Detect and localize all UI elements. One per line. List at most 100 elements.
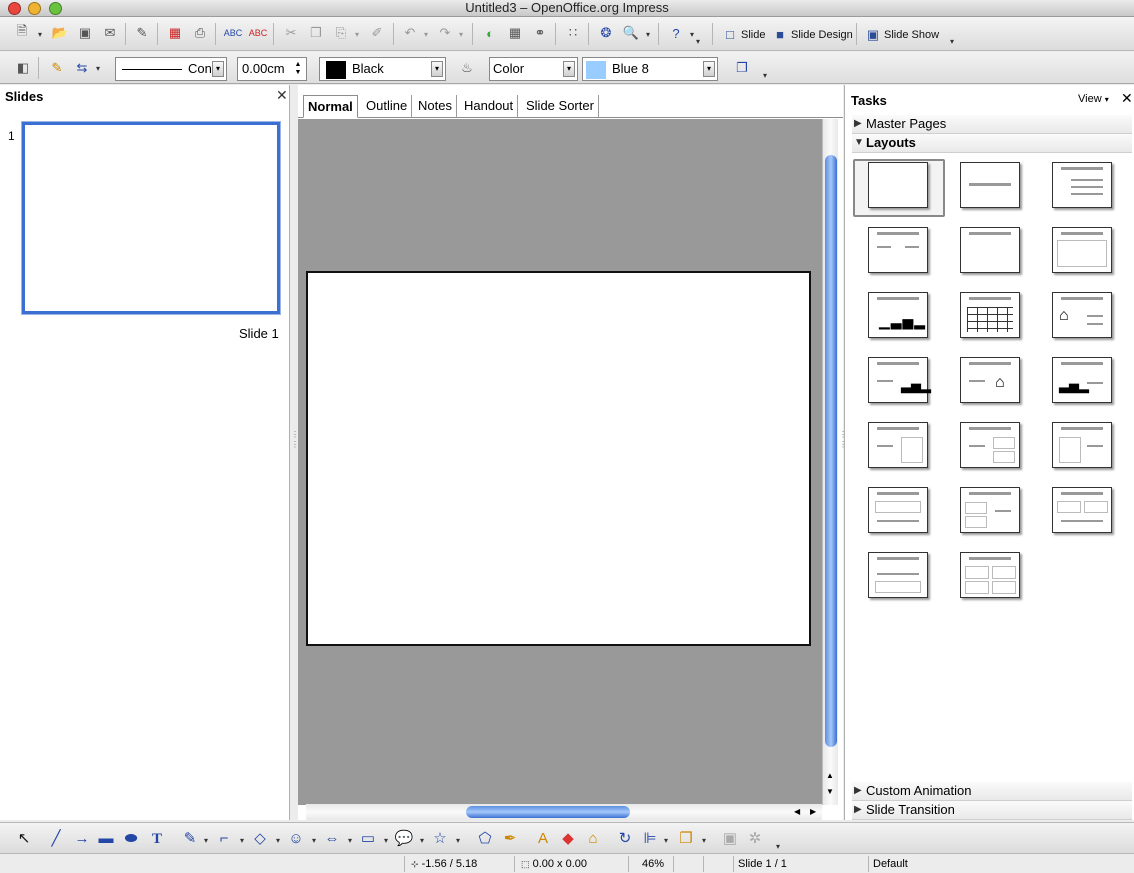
layout-title-chart-text[interactable]: ▃▅▂ <box>1052 357 1112 403</box>
layout-title-text-image[interactable]: ⌂ <box>960 357 1020 403</box>
print-icon[interactable]: ⎙ <box>190 23 210 43</box>
close-tasks-pane-icon[interactable]: ✕ <box>1121 90 1133 107</box>
rotate-icon[interactable]: ↻ <box>615 829 635 849</box>
horizontal-scrollbar[interactable]: ◀ ▶ <box>306 804 822 820</box>
new-slide-button[interactable]: □ Slide <box>722 25 765 45</box>
layout-title-table[interactable] <box>960 292 1020 338</box>
text-tool-icon[interactable]: T <box>147 829 167 849</box>
line-width-spinner[interactable]: 0.00cm ▲ ▼ <box>237 57 307 81</box>
splitter-handle-left[interactable]: ⋮ ⋮ <box>291 430 299 470</box>
tab-slide-sorter[interactable]: Slide Sorter <box>522 95 599 118</box>
alignment-dropdown-arrow[interactable]: ▾ <box>664 836 668 845</box>
layout-title-content[interactable] <box>1052 162 1112 208</box>
line-width-stepper-arrows[interactable]: ▲ ▼ <box>292 61 304 77</box>
spellcheck-icon[interactable]: ABC <box>223 23 243 43</box>
close-slides-pane-icon[interactable]: ✕ <box>276 87 288 104</box>
layout-title-text-object[interactable] <box>868 422 928 468</box>
hyperlink-icon[interactable]: ⚭ <box>530 23 550 43</box>
email-icon[interactable]: ✉ <box>100 23 120 43</box>
scroll-up-arrow[interactable]: ▲ <box>826 771 834 780</box>
save-icon[interactable]: ▣ <box>75 23 95 43</box>
copy-icon[interactable]: ❐ <box>306 23 326 43</box>
styles-formatting-icon[interactable]: ◧ <box>13 58 33 78</box>
grid-icon[interactable]: ∷ <box>563 23 583 43</box>
layout-title-only-top[interactable] <box>960 227 1020 273</box>
curve-dropdown-arrow[interactable]: ▾ <box>204 836 208 845</box>
from-file-icon[interactable]: ◆ <box>558 829 578 849</box>
fontwork-icon[interactable]: A <box>533 829 553 849</box>
extrusion-icon[interactable]: ▣ <box>720 829 740 849</box>
flowchart-icon[interactable]: ▭ <box>358 829 378 849</box>
vertical-scroll-thumb[interactable] <box>825 155 837 747</box>
slide-design-button[interactable]: ■ Slide Design <box>772 25 853 45</box>
arrange-dropdown-arrow[interactable]: ▾ <box>702 836 706 845</box>
scroll-right-arrow[interactable]: ▶ <box>810 807 816 816</box>
symbol-shapes-icon[interactable]: ☺ <box>286 829 306 849</box>
toolbar-overflow-icon[interactable]: ▾ <box>763 71 767 80</box>
layout-title-image-text[interactable]: ⌂ <box>1052 292 1112 338</box>
block-arrows-dropdown-arrow[interactable]: ▾ <box>348 836 352 845</box>
effects-icon[interactable]: ✲ <box>745 829 765 849</box>
ellipse-icon[interactable]: ⬬ <box>121 829 141 849</box>
cut-icon[interactable]: ✂ <box>281 23 301 43</box>
gallery-icon[interactable]: ⌂ <box>583 829 603 849</box>
line-color-dropdown-arrow[interactable]: ▾ <box>431 61 443 77</box>
layout-title-2objects-over-text[interactable] <box>1052 487 1112 533</box>
slide-canvas[interactable] <box>298 119 822 805</box>
layout-centered-text[interactable] <box>1052 227 1112 273</box>
points-icon[interactable]: ⬠ <box>475 829 495 849</box>
zoom-dropdown-arrow[interactable]: ▾ <box>646 30 650 39</box>
new-dropdown-arrow[interactable]: ▾ <box>38 30 42 39</box>
select-arrow-icon[interactable]: ↖ <box>14 829 34 849</box>
scroll-left-arrow[interactable]: ◀ <box>794 807 800 816</box>
table-icon[interactable]: ▦ <box>505 23 525 43</box>
minimize-window-button[interactable] <box>28 2 41 15</box>
line-color-combo[interactable]: Black ▾ <box>319 57 446 81</box>
section-slide-transition[interactable]: ▶ Slide Transition <box>852 801 1132 820</box>
area-style-dropdown-arrow[interactable]: ▾ <box>563 61 575 77</box>
line-tool-icon[interactable]: ╱ <box>46 829 66 849</box>
area-style-combo[interactable]: Color ▾ <box>489 57 578 81</box>
paste-dropdown-arrow[interactable]: ▾ <box>355 30 359 39</box>
tab-outline[interactable]: Outline <box>362 95 413 118</box>
tab-notes[interactable]: Notes <box>414 95 457 118</box>
tasks-view-menu[interactable]: View ▾ <box>1078 93 1109 105</box>
line-icon[interactable]: ✎ <box>47 58 67 78</box>
help-dropdown-arrow[interactable]: ▾ <box>690 30 694 39</box>
arrow-style-icon[interactable]: ⇆ <box>72 58 92 78</box>
layout-title-text-chart[interactable]: ▃▅▂ <box>868 357 931 403</box>
tab-handout[interactable]: Handout <box>460 95 519 118</box>
layout-title-2objects-text[interactable] <box>960 487 1020 533</box>
paste-icon[interactable]: ⎘ <box>331 23 351 43</box>
layout-title-two-content[interactable] <box>868 227 928 273</box>
stars-dropdown-arrow[interactable]: ▾ <box>456 836 460 845</box>
section-layouts[interactable]: ▼ Layouts <box>852 134 1132 153</box>
zoom-window-button[interactable] <box>49 2 62 15</box>
stars-icon[interactable]: ☆ <box>430 829 450 849</box>
alignment-icon[interactable]: ⊫ <box>640 829 660 849</box>
layout-title-only[interactable] <box>960 162 1020 208</box>
glue-points-icon[interactable]: ✒ <box>500 829 520 849</box>
layout-title-object-text[interactable] <box>1052 422 1112 468</box>
slide-thumbnail[interactable] <box>22 122 280 314</box>
layout-title-4objects[interactable] <box>960 552 1020 598</box>
export-pdf-icon[interactable]: ▦ <box>165 23 185 43</box>
line-style-dropdown-arrow[interactable]: ▾ <box>212 61 224 77</box>
zoom-icon[interactable]: 🔍 <box>621 23 641 43</box>
curve-icon[interactable]: ✎ <box>180 829 200 849</box>
toolbar-overflow-icon[interactable]: ▾ <box>950 37 954 46</box>
area-fill-icon[interactable]: ♨ <box>457 58 477 78</box>
rectangle-icon[interactable]: ▬ <box>96 829 116 849</box>
callouts-dropdown-arrow[interactable]: ▾ <box>420 836 424 845</box>
close-window-button[interactable] <box>8 2 21 15</box>
chart-icon[interactable]: ◐ <box>480 23 500 43</box>
arrow-line-icon[interactable]: → <box>72 829 92 849</box>
clone-formatting-icon[interactable]: ✐ <box>367 23 387 43</box>
layout-title-object-over-text[interactable] <box>868 487 928 533</box>
area-color-combo[interactable]: Blue 8 ▾ <box>582 57 718 81</box>
new-document-icon[interactable]: 🗎 <box>12 23 32 43</box>
section-custom-animation[interactable]: ▶ Custom Animation <box>852 782 1132 801</box>
basic-shapes-icon[interactable]: ◇ <box>250 829 270 849</box>
vertical-scrollbar[interactable]: ▲ ▼ <box>822 119 838 805</box>
slide-show-button[interactable]: ▣ Slide Show <box>865 25 939 45</box>
